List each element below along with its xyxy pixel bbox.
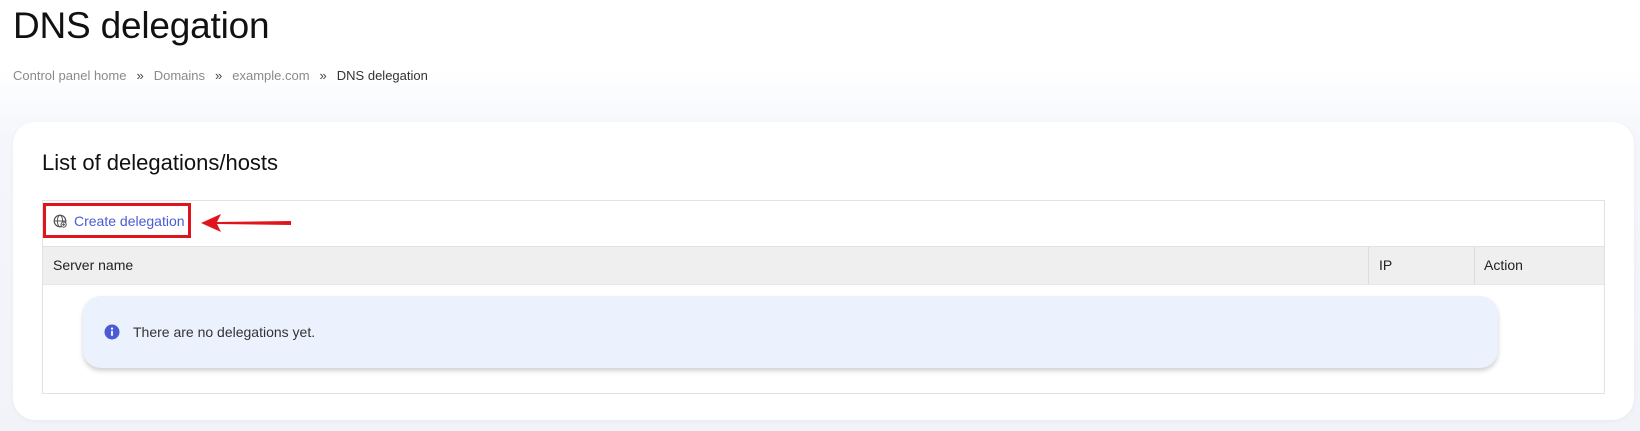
breadcrumb: Control panel home » Domains » example.c…	[13, 68, 428, 83]
breadcrumb-link-home[interactable]: Control panel home	[13, 68, 126, 83]
column-header-server-name: Server name	[53, 257, 134, 273]
breadcrumb-separator: »	[319, 68, 327, 83]
breadcrumb-link-domains[interactable]: Domains	[154, 68, 205, 83]
breadcrumb-separator: »	[136, 68, 144, 83]
table-toolbar: Create delegation	[43, 201, 1604, 247]
page-title: DNS delegation	[13, 5, 270, 46]
column-divider	[1474, 247, 1475, 284]
empty-state-text: There are no delegations yet.	[133, 324, 316, 340]
column-divider	[1368, 247, 1369, 284]
card-title: List of delegations/hosts	[42, 150, 279, 175]
delegations-card: List of delegations/hosts Create delegat…	[13, 122, 1634, 420]
delegations-table: Create delegation Server name IP Action …	[42, 200, 1605, 394]
breadcrumb-link-domain[interactable]: example.com	[232, 68, 309, 83]
table-header: Server name IP Action	[43, 247, 1604, 285]
empty-state-message: There are no delegations yet.	[83, 296, 1498, 368]
column-header-action: Action	[1484, 257, 1523, 273]
red-arrow-annotation	[201, 214, 291, 232]
column-header-ip: IP	[1379, 257, 1393, 273]
create-delegation-button[interactable]: Create delegation	[43, 203, 191, 238]
breadcrumb-current: DNS delegation	[336, 68, 428, 83]
globe-network-icon	[53, 214, 67, 228]
info-icon	[104, 324, 120, 340]
create-delegation-label: Create delegation	[74, 212, 185, 229]
breadcrumb-separator: »	[215, 68, 223, 83]
